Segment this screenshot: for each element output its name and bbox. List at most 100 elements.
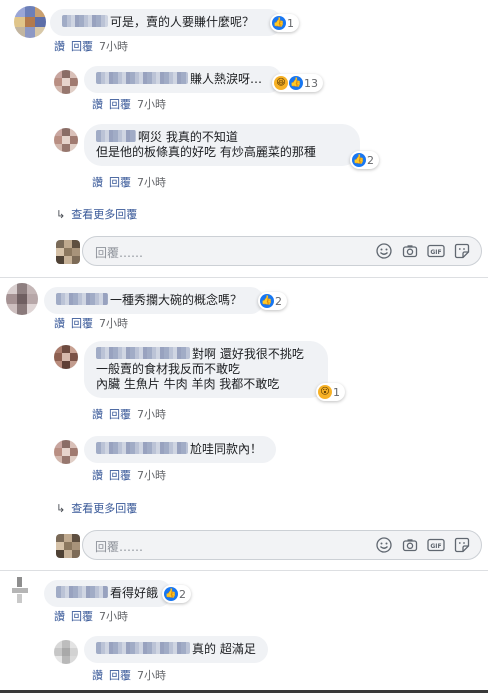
- reaction-badge[interactable]: 👍 1: [270, 14, 299, 32]
- reply-button[interactable]: 回覆: [71, 610, 93, 623]
- reply-actions: 讚回覆 7小時: [92, 667, 172, 683]
- reply-button[interactable]: 回覆: [109, 669, 131, 682]
- avatar[interactable]: [54, 640, 78, 664]
- timestamp[interactable]: 7小時: [137, 98, 166, 111]
- svg-text:GIF: GIF: [430, 249, 441, 256]
- reply-bubble: 尬哇同款內！: [84, 436, 276, 463]
- reply-placeholder: 回覆……: [95, 246, 144, 260]
- reaction-count: 1: [287, 16, 294, 30]
- svg-text:GIF: GIF: [430, 543, 441, 550]
- like-button[interactable]: 讚: [54, 317, 65, 330]
- reply-bubble: 對啊 還好我很不挑吃 一般賣的食材我反而不敢吃 內臟 生魚片 牛肉 羊肉 我都不…: [84, 341, 328, 398]
- reaction-badge[interactable]: 😆 👍 13: [272, 74, 323, 92]
- commenter-name[interactable]: [96, 442, 188, 454]
- reaction-count: 13: [304, 76, 318, 90]
- commenter-name[interactable]: [96, 72, 188, 84]
- reply-text-line: 一般賣的食材我反而不敢吃: [96, 362, 241, 376]
- comment-text: 一種秀攔大碗的概念嗎？: [110, 293, 243, 307]
- comment-actions: 讚回覆 7小時: [54, 315, 134, 331]
- emoji-icon[interactable]: [375, 242, 393, 260]
- reply-input[interactable]: 回覆…… GIF: [82, 236, 482, 266]
- reply-button[interactable]: 回覆: [71, 317, 93, 330]
- gif-icon[interactable]: GIF: [427, 536, 445, 554]
- reply-text-line: 內臟 生魚片 牛肉 羊肉 我都不敢吃: [96, 377, 280, 391]
- commenter-name[interactable]: [62, 15, 108, 27]
- sticker-icon[interactable]: [453, 536, 471, 554]
- timestamp[interactable]: 7小時: [99, 40, 128, 53]
- comment-text: 可是，賣的人要賺什麼呢？: [110, 15, 255, 29]
- commenter-name[interactable]: [56, 586, 108, 598]
- reply-text-line: 對啊 還好我很不挑吃: [192, 347, 304, 361]
- like-button[interactable]: 讚: [92, 669, 103, 682]
- sticker-icon[interactable]: [453, 242, 471, 260]
- avatar[interactable]: [54, 440, 78, 464]
- avatar[interactable]: [54, 345, 78, 369]
- view-more-replies-link[interactable]: ↳ 查看更多回覆: [56, 500, 137, 516]
- reply-actions: 讚回覆 7小時: [92, 96, 172, 112]
- view-more-replies-link[interactable]: ↳ 查看更多回覆: [56, 206, 137, 222]
- comment-text: 看得好餓: [110, 586, 159, 600]
- reply-arrow-icon: ↳: [56, 502, 66, 515]
- separator: [0, 570, 488, 571]
- timestamp[interactable]: 7小時: [99, 610, 128, 623]
- timestamp[interactable]: 7小時: [99, 317, 128, 330]
- like-button[interactable]: 讚: [92, 408, 103, 421]
- view-more-replies-label: 查看更多回覆: [71, 502, 138, 515]
- reaction-badge[interactable]: 👍 2: [350, 151, 379, 169]
- like-button[interactable]: 讚: [54, 40, 65, 53]
- reply-button[interactable]: 回覆: [109, 176, 131, 189]
- reply-text: 尬哇同款內！: [190, 442, 263, 456]
- commenter-name[interactable]: [96, 130, 136, 142]
- reply-placeholder: 回覆……: [95, 540, 144, 554]
- camera-icon[interactable]: [401, 536, 419, 554]
- reaction-badge[interactable]: 😮 1: [316, 383, 345, 401]
- reply-button[interactable]: 回覆: [109, 408, 131, 421]
- like-icon: 👍: [260, 294, 274, 308]
- reply-text-line: 但是他的板條真的好吃 有炒高麗菜的那種: [96, 145, 316, 159]
- reply-text: 真的 超滿足: [192, 642, 256, 656]
- commenter-name[interactable]: [96, 347, 190, 359]
- reply-bubble: 賺人熱淚呀…: [84, 66, 282, 93]
- reply-button[interactable]: 回覆: [109, 98, 131, 111]
- reply-arrow-icon: ↳: [56, 208, 66, 221]
- avatar[interactable]: [6, 574, 38, 606]
- comment-actions: 讚回覆 7小時: [54, 38, 134, 54]
- comment-actions: 讚回覆 7小時: [54, 608, 134, 624]
- reply-button[interactable]: 回覆: [71, 40, 93, 53]
- like-button[interactable]: 讚: [92, 469, 103, 482]
- avatar[interactable]: [6, 283, 38, 315]
- avatar: [56, 240, 80, 264]
- reply-bubble: 真的 超滿足: [84, 636, 268, 663]
- comment-bubble: 可是，賣的人要賺什麼呢？: [50, 9, 282, 36]
- reaction-count: 1: [333, 385, 340, 399]
- reaction-badge[interactable]: 👍 2: [258, 292, 287, 310]
- avatar[interactable]: [54, 128, 78, 152]
- wow-icon: 😮: [318, 385, 332, 399]
- reply-actions: 讚回覆 7小時: [92, 406, 172, 422]
- commenter-name[interactable]: [96, 642, 190, 654]
- like-button[interactable]: 讚: [54, 610, 65, 623]
- like-icon: 👍: [352, 153, 366, 167]
- camera-icon[interactable]: [401, 242, 419, 260]
- reaction-badge[interactable]: 👍 2: [162, 585, 191, 603]
- emoji-icon[interactable]: [375, 536, 393, 554]
- avatar[interactable]: [14, 6, 46, 38]
- commenter-name[interactable]: [56, 293, 108, 305]
- view-more-replies-label: 查看更多回覆: [71, 208, 138, 221]
- reaction-count: 2: [179, 587, 186, 601]
- timestamp[interactable]: 7小時: [137, 176, 166, 189]
- like-button[interactable]: 讚: [92, 98, 103, 111]
- timestamp[interactable]: 7小時: [137, 408, 166, 421]
- reply-input[interactable]: 回覆…… GIF: [82, 530, 482, 560]
- reply-button[interactable]: 回覆: [109, 469, 131, 482]
- like-button[interactable]: 讚: [92, 176, 103, 189]
- timestamp[interactable]: 7小時: [137, 669, 166, 682]
- haha-icon: 😆: [274, 76, 288, 90]
- reply-actions: 讚回覆 7小時: [92, 174, 172, 190]
- timestamp[interactable]: 7小時: [137, 469, 166, 482]
- reaction-count: 2: [275, 294, 282, 308]
- gif-icon[interactable]: GIF: [427, 242, 445, 260]
- avatar[interactable]: [54, 70, 78, 94]
- like-icon: 👍: [272, 16, 286, 30]
- comment-bubble: 看得好餓: [44, 580, 172, 607]
